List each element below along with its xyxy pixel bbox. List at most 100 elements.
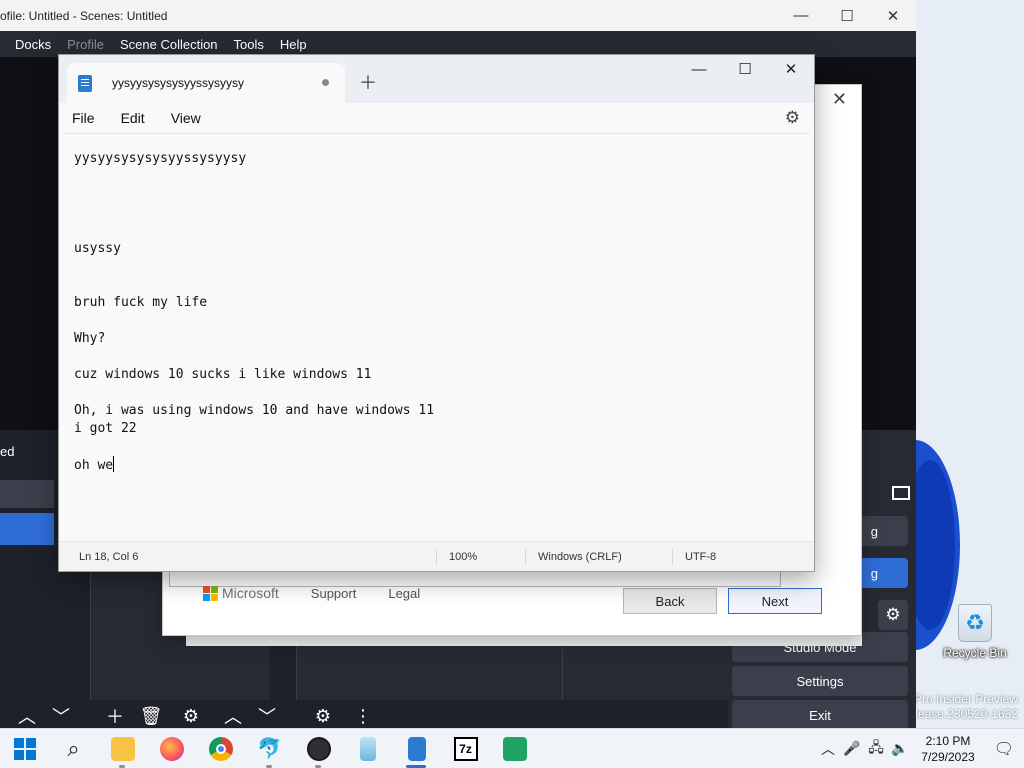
status-zoom[interactable]: 100%: [437, 542, 525, 571]
watermark-line-2: release.230520-1632: [904, 707, 1018, 721]
taskbar-tablet-app[interactable]: [343, 729, 392, 768]
watermark-line-1: Pro Insider Preview: [913, 692, 1018, 706]
text-caret: [113, 456, 115, 472]
taskbar-7zip[interactable]: 7z: [441, 729, 490, 768]
taskbar-firefox[interactable]: [147, 729, 196, 768]
notepad-settings-gear-icon[interactable]: ⚙: [785, 108, 800, 128]
menu-view[interactable]: View: [171, 110, 201, 126]
obs-menu-scene-collection[interactable]: Scene Collection: [120, 37, 218, 52]
next-button[interactable]: Next: [728, 588, 822, 614]
editor-line: Why?: [74, 331, 106, 346]
obs-selected-row[interactable]: [0, 513, 54, 545]
clock[interactable]: 2:10 PM 7/29/2023: [912, 733, 984, 765]
windows-logo-icon: [13, 737, 36, 760]
taskbar-notepad[interactable]: [392, 729, 441, 768]
editor-line: i got 22: [74, 421, 137, 436]
search-icon: ⌕: [67, 735, 80, 761]
menu-file[interactable]: File: [72, 110, 95, 126]
notepad-text-editor[interactable]: yysyysysysysyyssysyysy usyssy bruh fuck …: [59, 134, 814, 541]
notification-icon[interactable]: 🗨: [984, 739, 1024, 759]
notepad-tab-title: yysyysysysysyyssysyysy: [112, 76, 244, 90]
status-line-ending[interactable]: Windows (CRLF): [526, 542, 672, 571]
taskbar-excel-app[interactable]: [490, 729, 539, 768]
menu-edit[interactable]: Edit: [121, 110, 145, 126]
dolphin-icon: 🐬: [257, 738, 282, 760]
status-encoding[interactable]: UTF-8: [673, 542, 716, 571]
taskbar-obs[interactable]: [294, 729, 343, 768]
taskbar-file-explorer[interactable]: [98, 729, 147, 768]
editor-line: usyssy: [74, 241, 121, 256]
notepad-minimize-icon[interactable]: —: [676, 55, 722, 83]
notepad-close-icon[interactable]: ✕: [768, 55, 814, 83]
settings-button[interactable]: Settings: [732, 666, 908, 696]
obs-menu-profile[interactable]: Profile: [67, 37, 104, 52]
source-up-icon[interactable]: ︿: [220, 704, 246, 728]
tablet-app-icon: [359, 736, 376, 761]
firefox-icon: [159, 736, 184, 761]
search-button[interactable]: ⌕: [49, 729, 98, 768]
move-up-icon[interactable]: ︿: [14, 704, 40, 728]
notepad-menubar: File Edit View ⚙: [59, 103, 814, 133]
7zip-icon: 7z: [453, 736, 478, 761]
notepad-status-bar: Ln 18, Col 6 100% Windows (CRLF) UTF-8: [59, 541, 814, 571]
status-position: Ln 18, Col 6: [79, 550, 139, 563]
clock-date: 7/29/2023: [921, 749, 975, 764]
chevron-up-icon[interactable]: ︿: [816, 739, 840, 759]
obs-menu-docks[interactable]: Docks: [15, 37, 51, 52]
obs-maximize-icon[interactable]: ☐: [824, 7, 870, 25]
notepad-titlebar: yysyysysysysyyssysyysy ＋ — ☐ ✕: [59, 55, 814, 103]
obs-menu-tools[interactable]: Tools: [234, 37, 264, 52]
unsaved-dot-icon[interactable]: [322, 79, 329, 86]
mixer-menu-icon[interactable]: ⋮: [350, 704, 376, 728]
recycle-bin-icon: ♻: [958, 604, 992, 642]
network-icon[interactable]: 🖧: [864, 737, 888, 761]
start-button[interactable]: [0, 729, 49, 768]
microsoft-brand-text: Microsoft: [222, 585, 279, 601]
taskbar: ⌕ 🐬 7z ︿ 🎤 🖧 🔈 2:10 PM 7/29/2023 🗨: [0, 728, 1024, 768]
obs-window-title: ofile: Untitled - Scenes: Untitled: [0, 8, 168, 23]
setup-close-icon[interactable]: ✕: [832, 89, 847, 110]
obs-close-icon[interactable]: ✕: [870, 7, 916, 25]
microsoft-logo-icon: [203, 585, 218, 601]
notepad-icon: [407, 736, 426, 761]
exit-button[interactable]: Exit: [732, 700, 908, 730]
taskbar-chrome[interactable]: [196, 729, 245, 768]
remove-source-icon[interactable]: 🗑: [138, 704, 164, 728]
obs-studio-icon: [306, 736, 331, 761]
new-tab-icon[interactable]: ＋: [359, 69, 377, 95]
system-tray: ︿ 🎤 🖧 🔈 2:10 PM 7/29/2023 🗨: [816, 729, 1024, 768]
notepad-tab[interactable]: yysyysysysysyyssysyysy: [67, 63, 345, 103]
microphone-icon[interactable]: 🎤: [840, 740, 864, 757]
obs-menu-help[interactable]: Help: [280, 37, 307, 52]
legal-link[interactable]: Legal: [388, 586, 420, 601]
source-down-icon[interactable]: ﹀: [254, 704, 280, 728]
notepad-maximize-icon[interactable]: ☐: [722, 55, 768, 83]
current-line-text: oh we: [74, 458, 114, 473]
insider-watermark: Pro Insider Preview release.230520-1632: [905, 692, 1018, 722]
mixer-settings-icon[interactable]: ⚙: [310, 704, 336, 728]
setup-dialog-shadow: [186, 636, 862, 646]
volume-icon[interactable]: 🔈: [888, 740, 912, 757]
source-properties-icon[interactable]: ⚙: [178, 704, 204, 728]
obs-control-gear-icon[interactable]: ⚙: [878, 600, 908, 630]
move-down-icon[interactable]: ﹀: [48, 704, 74, 728]
undock-icon[interactable]: [892, 486, 910, 500]
notepad-window: yysyysysysysyyssysyysy ＋ — ☐ ✕ File Edit…: [58, 54, 815, 572]
support-link[interactable]: Support: [311, 586, 357, 601]
back-button[interactable]: Back: [623, 588, 717, 614]
add-source-icon[interactable]: ＋: [102, 704, 128, 728]
obs-minimize-icon[interactable]: —: [778, 7, 824, 25]
taskbar-dolphin[interactable]: 🐬: [245, 729, 294, 768]
file-explorer-icon: [110, 736, 135, 761]
obs-partial-label: ed: [0, 444, 15, 459]
obs-list-row[interactable]: [0, 480, 54, 508]
recycle-bin-shortcut[interactable]: ♻ Recycle Bin: [938, 604, 1012, 660]
